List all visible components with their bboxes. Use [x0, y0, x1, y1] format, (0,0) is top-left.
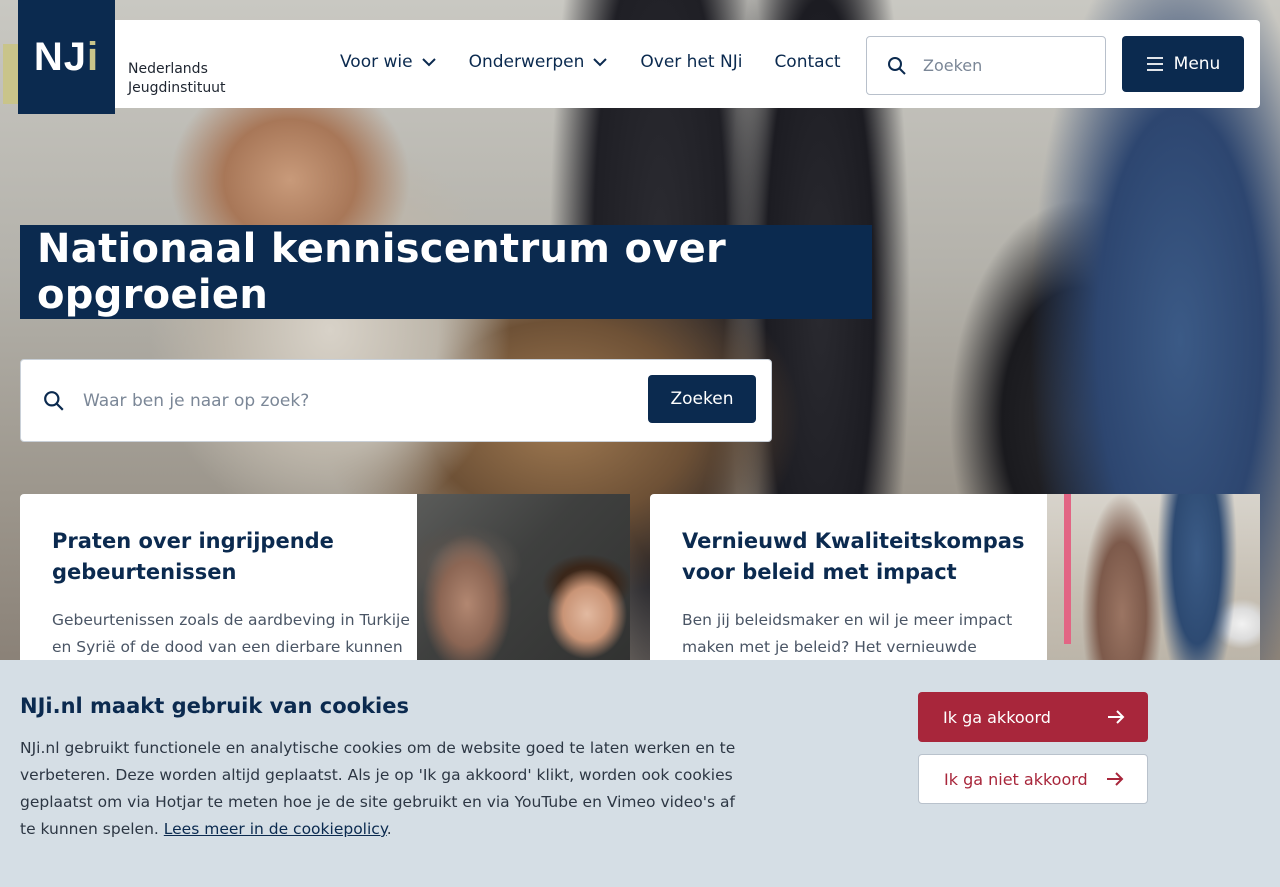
decline-cookies-button[interactable]: Ik ga niet akkoord: [918, 754, 1148, 804]
arrow-right-icon: [1107, 772, 1124, 786]
menu-button[interactable]: Menu: [1122, 36, 1244, 92]
brand-name-line1: Nederlands: [128, 61, 208, 77]
card-excerpt: Ben jij beleidsmaker en wil je meer impa…: [682, 611, 1013, 656]
accept-cookies-button[interactable]: Ik ga akkoord: [918, 692, 1148, 742]
nav-item-over-het-nji[interactable]: Over het NJi: [640, 52, 742, 72]
logo-text-accent: i: [87, 34, 100, 79]
arrow-right-icon: [1108, 710, 1125, 724]
cookie-link-suffix: .: [386, 820, 392, 838]
cookiepolicy-link[interactable]: Lees meer in de cookiepolicy: [164, 820, 387, 838]
cookie-banner: NJi.nl maakt gebruik van cookies NJi.nl …: [0, 660, 1280, 887]
nav-item-voor-wie[interactable]: Voor wie: [340, 52, 437, 72]
nav-item-contact[interactable]: Contact: [774, 52, 840, 72]
card-text: Praten over ingrijpende gebeurtenissen G…: [52, 526, 412, 661]
nav-item-label: Over het NJi: [640, 52, 743, 72]
nav-item-label: Onderwerpen: [468, 52, 585, 72]
chevron-down-icon: [593, 58, 608, 67]
card-text: Vernieuwd Kwaliteitskompas voor beleid m…: [682, 526, 1042, 661]
main-nav: Voor wie Onderwerpen Over het NJi Contac…: [340, 52, 841, 72]
hero-search: Zoeken: [20, 359, 772, 442]
card-title[interactable]: Vernieuwd Kwaliteitskompas voor beleid m…: [682, 526, 1042, 588]
logo-text: NJ: [33, 34, 87, 79]
cookie-title: NJi.nl maakt gebruik van cookies: [20, 694, 409, 718]
logo-accent-bar: [3, 44, 18, 104]
nav-item-label: Voor wie: [340, 52, 413, 72]
menu-button-label: Menu: [1173, 54, 1221, 74]
card-excerpt: Gebeurtenissen zoals de aardbeving in Tu…: [52, 611, 410, 656]
header-search: [866, 36, 1106, 95]
nav-item-label: Contact: [774, 52, 841, 72]
site-logo[interactable]: NJ i: [18, 0, 115, 114]
hamburger-icon: [1146, 57, 1163, 71]
brand-name[interactable]: Nederlands Jeugdinstituut: [128, 60, 226, 98]
decline-cookies-label: Ik ga niet akkoord: [944, 769, 1088, 789]
accept-cookies-label: Ik ga akkoord: [943, 707, 1051, 727]
page-title: Nationaal kenniscentrum over opgroeien: [20, 225, 872, 319]
brand-name-line2: Jeugdinstituut: [128, 80, 226, 96]
nav-item-onderwerpen[interactable]: Onderwerpen: [469, 52, 609, 72]
card-title[interactable]: Praten over ingrijpende gebeurtenissen: [52, 526, 412, 588]
hero-search-input[interactable]: [83, 390, 623, 411]
hero-search-button[interactable]: Zoeken: [648, 375, 756, 423]
cookie-text: NJi.nl gebruikt functionele en analytisc…: [20, 735, 740, 843]
bag-strap-decoration: [1064, 494, 1071, 644]
header-search-input[interactable]: [923, 56, 1093, 75]
search-icon: [44, 390, 64, 411]
search-icon[interactable]: [887, 56, 907, 76]
chevron-down-icon: [421, 58, 436, 67]
